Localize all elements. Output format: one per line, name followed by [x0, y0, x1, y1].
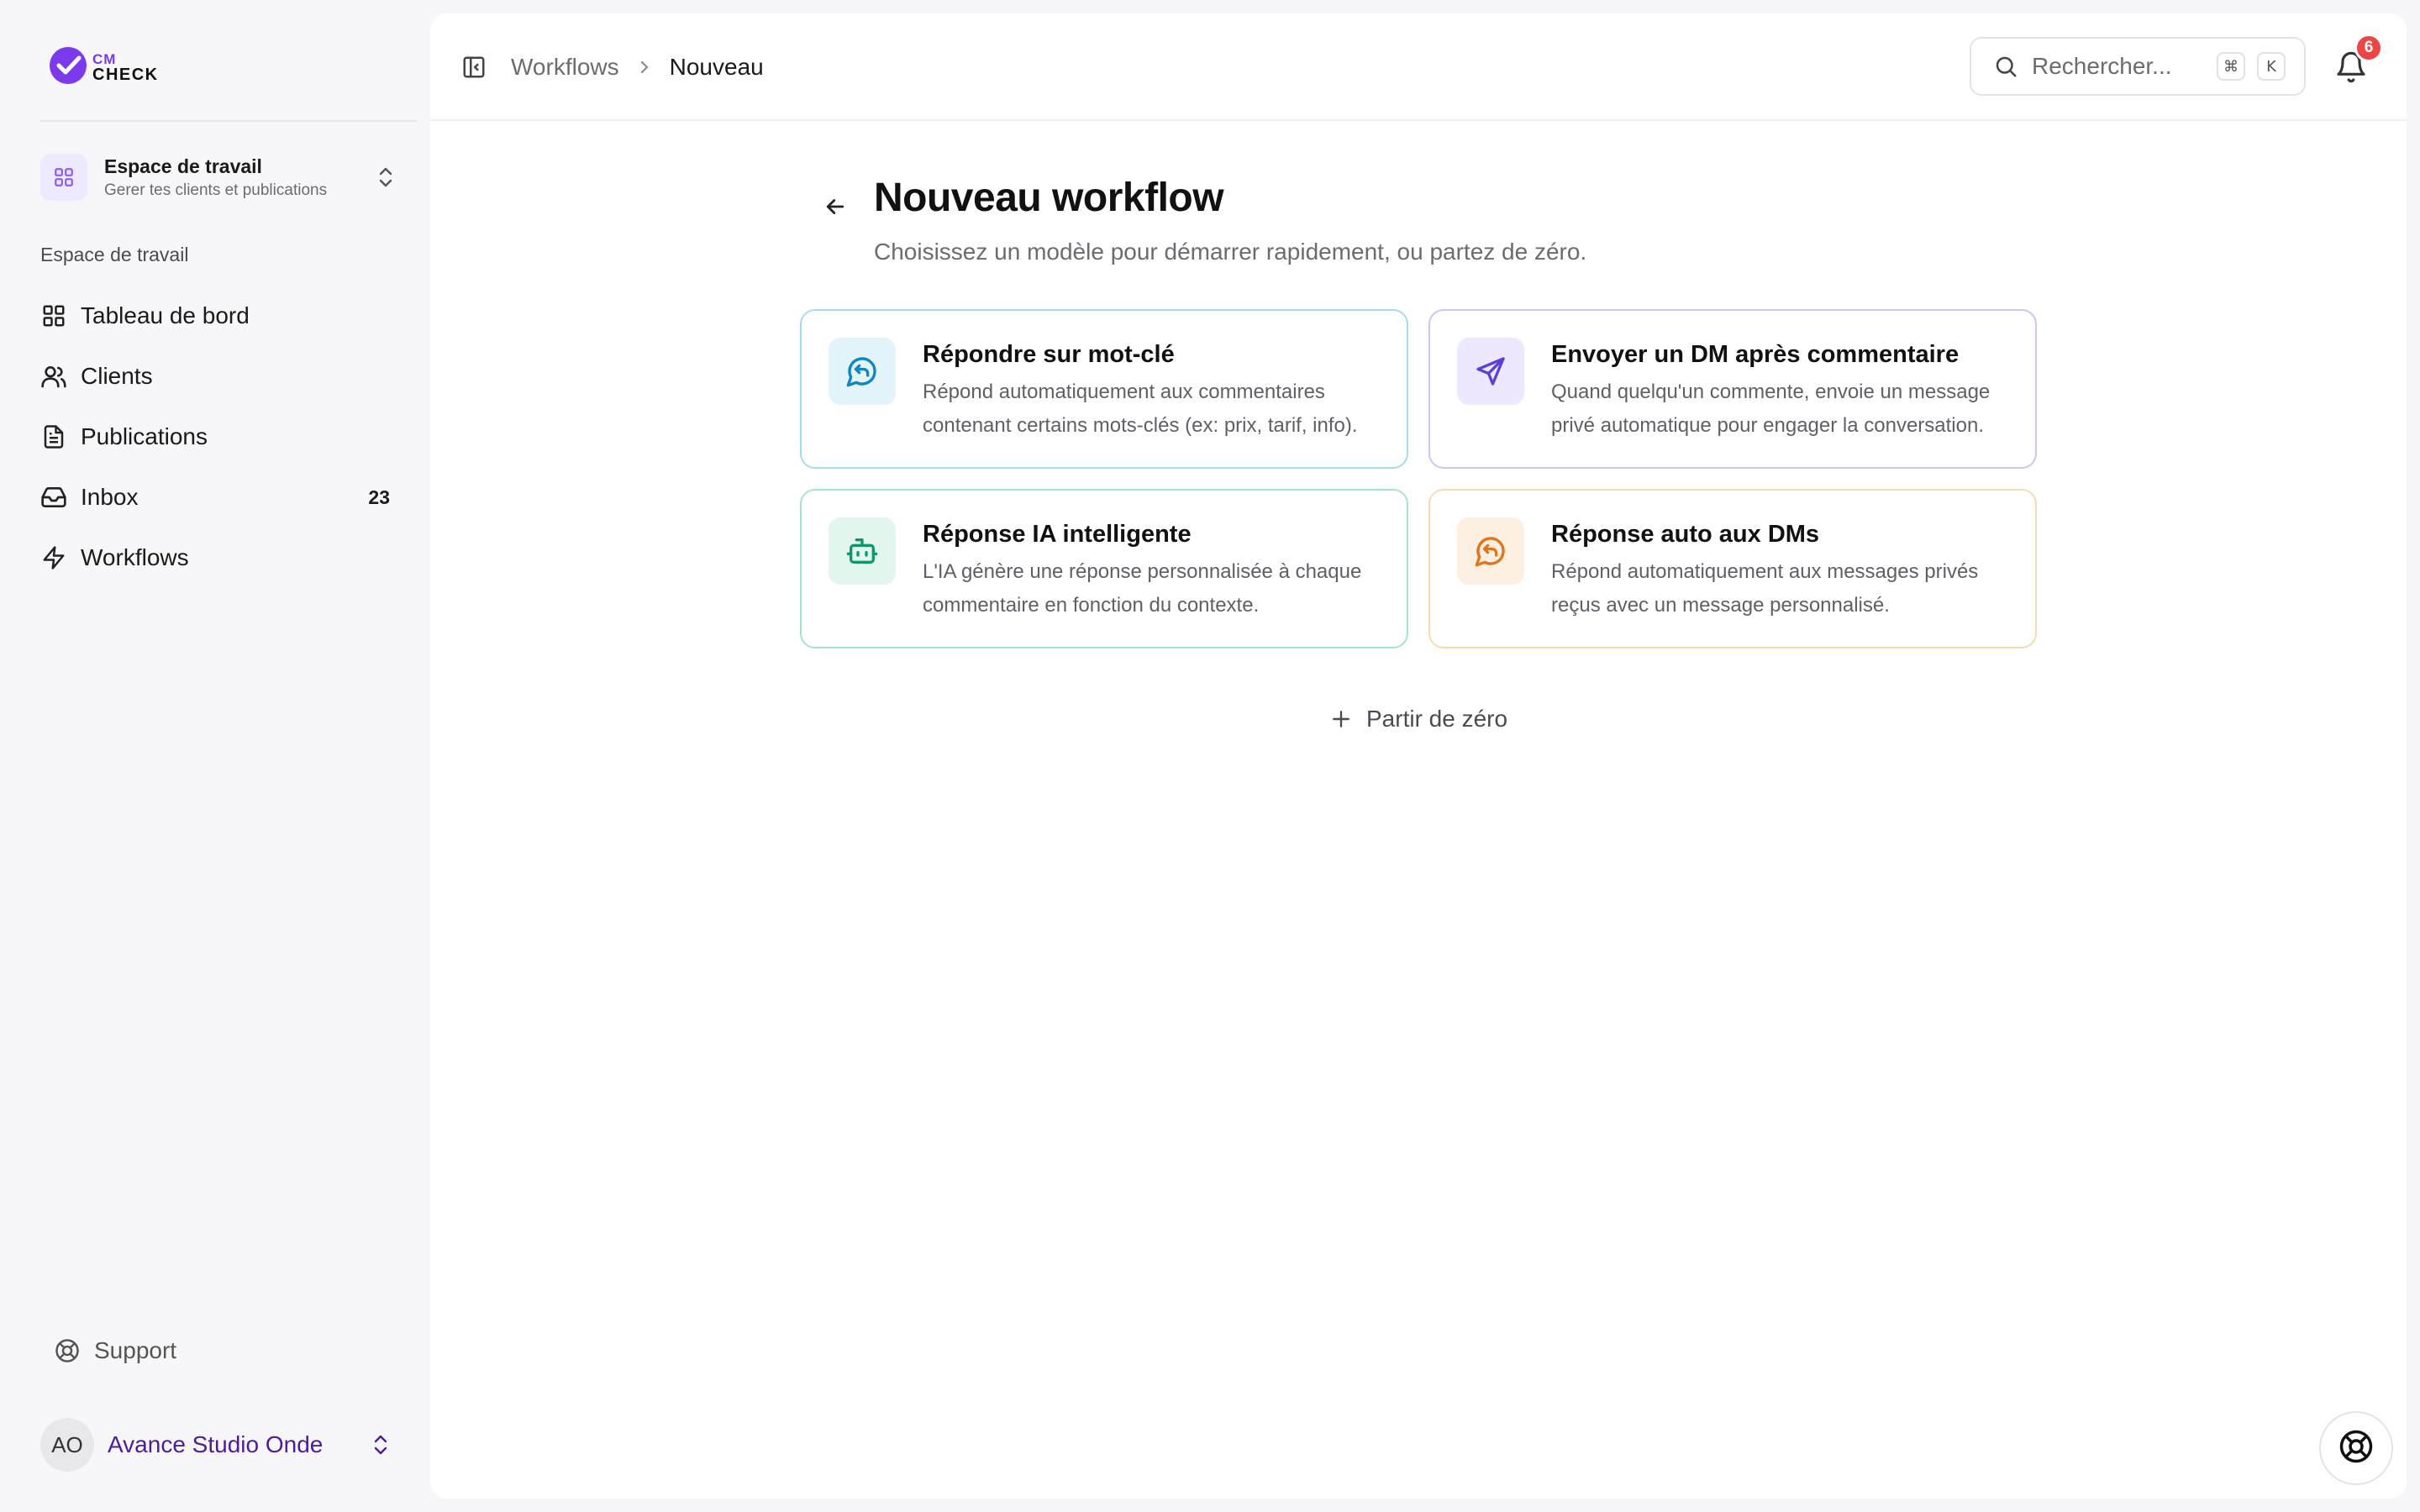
search-input[interactable]: Rechercher... ⌘ K [1970, 37, 2306, 96]
breadcrumb-current: Nouveau [669, 54, 764, 80]
inbox-count-badge: 23 [368, 486, 390, 508]
sidebar-item-label: Inbox [81, 484, 139, 510]
sidebar-item-label: Workflows [81, 544, 189, 570]
page-subtitle: Choisissez un modèle pour démarrer rapid… [874, 239, 1587, 265]
notification-count-badge: 6 [2354, 34, 2383, 62]
workspace-title: Espace de travail [104, 155, 262, 177]
sidebar: CM CHECK Espace de travail Gerer tes cli… [0, 0, 430, 1512]
chevron-right-icon [638, 59, 651, 76]
template-title: Répondre sur mot-clé [923, 341, 1175, 368]
template-card-dm-after-comment[interactable]: Envoyer un DM après commentaire Quand qu… [1428, 309, 2037, 469]
sidebar-nav: Tableau de bord Clients Publications Inb… [40, 286, 398, 588]
support-label: Support [94, 1337, 177, 1363]
template-card-dm-auto-reply[interactable]: Réponse auto aux DMs Répond automatiquem… [1428, 489, 2037, 648]
shortcut-key-mod: ⌘ [2217, 52, 2245, 81]
life-buoy-icon [2338, 1429, 2374, 1468]
logo-line1: CM [92, 50, 117, 67]
template-title: Réponse IA intelligente [923, 521, 1192, 548]
template-desc-line2: privé automatique pour engager la conver… [1551, 414, 1984, 437]
zap-icon [40, 544, 67, 571]
arrow-left-icon[interactable] [810, 181, 860, 232]
template-desc-line2: commentaire en fonction du contexte. [923, 594, 1260, 617]
template-title: Réponse auto aux DMs [1551, 521, 1820, 548]
breadcrumb: Workflows Nouveau [511, 50, 764, 84]
chevrons-up-down-icon [368, 1428, 393, 1462]
sidebar-divider [40, 120, 417, 122]
sidebar-item-label: Tableau de bord [81, 302, 250, 328]
sidebar-item-label: Clients [81, 363, 153, 389]
search-placeholder: Rechercher... [2032, 53, 2172, 79]
sidebar-section-label: Espace de travail [40, 244, 189, 265]
template-card-ai-reply[interactable]: Réponse IA intelligente L'IA génère une … [800, 489, 1408, 648]
help-button[interactable] [2319, 1411, 2393, 1485]
check-badge-icon [47, 45, 89, 91]
sidebar-item-clients[interactable]: Clients [40, 346, 398, 407]
breadcrumb-workflows[interactable]: Workflows [511, 54, 619, 81]
sidebar-item-dashboard[interactable]: Tableau de bord [40, 286, 398, 346]
template-desc-line1: Quand quelqu'un commente, envoie un mess… [1551, 381, 1991, 403]
topbar: Workflows Nouveau Rechercher... ⌘ K [430, 13, 2407, 121]
sidebar-toggle-icon[interactable] [460, 54, 487, 81]
workspace-subtitle: Gerer tes clients et publications [104, 181, 328, 199]
template-desc-line1: Répond automatiquement aux commentaires [923, 381, 1325, 403]
avatar: AO [40, 1418, 94, 1472]
user-switcher[interactable]: AO Avance Studio Onde [40, 1418, 393, 1472]
send-icon [1457, 338, 1524, 405]
template-title: Envoyer un DM après commentaire [1551, 341, 1960, 368]
page-title: Nouveau workflow [874, 176, 1224, 220]
sidebar-item-publications[interactable]: Publications [40, 407, 398, 467]
app-logo[interactable]: CM CHECK [47, 44, 159, 91]
workspace-switcher[interactable]: Espace de travail Gerer tes clients et p… [40, 150, 398, 205]
chevrons-up-down-icon [373, 160, 398, 194]
workspace-grid-icon [40, 154, 87, 201]
shortcut-key-k: K [2257, 52, 2286, 81]
start-from-scratch-label: Partir de zéro [1366, 706, 1508, 732]
template-desc-line2: contenant certains mots-clés (ex: prix, … [923, 414, 1358, 437]
template-desc-line2: reçus avec un message personnalisé. [1551, 594, 1890, 617]
users-icon [40, 363, 67, 390]
sidebar-item-inbox[interactable]: Inbox 23 [40, 467, 398, 528]
logo-line2: CHECK [92, 65, 159, 84]
sidebar-item-workflows[interactable]: Workflows [40, 528, 398, 588]
template-desc-line1: L'IA génère une réponse personnalisée à … [923, 560, 1362, 583]
sidebar-item-label: Publications [81, 423, 208, 449]
template-desc-line1: Répond automatiquement aux messages priv… [1551, 560, 1979, 583]
start-from-scratch-button[interactable]: Partir de zéro [1328, 702, 1507, 736]
message-reply-icon [829, 338, 896, 405]
search-icon [1991, 52, 2020, 81]
inbox-icon [40, 484, 67, 511]
plus-icon [1328, 706, 1355, 732]
life-buoy-icon [54, 1337, 81, 1364]
template-card-keyword-reply[interactable]: Répondre sur mot-clé Répond automatiquem… [800, 309, 1408, 469]
file-text-icon [40, 423, 67, 450]
bot-icon [829, 517, 896, 585]
message-reply-icon [1457, 517, 1524, 585]
support-link[interactable]: Support [54, 1334, 176, 1368]
main-panel: Workflows Nouveau Rechercher... ⌘ K 6 No… [430, 13, 2407, 1499]
user-name: Avance Studio Onde [108, 1431, 324, 1457]
grid-icon [40, 302, 67, 329]
